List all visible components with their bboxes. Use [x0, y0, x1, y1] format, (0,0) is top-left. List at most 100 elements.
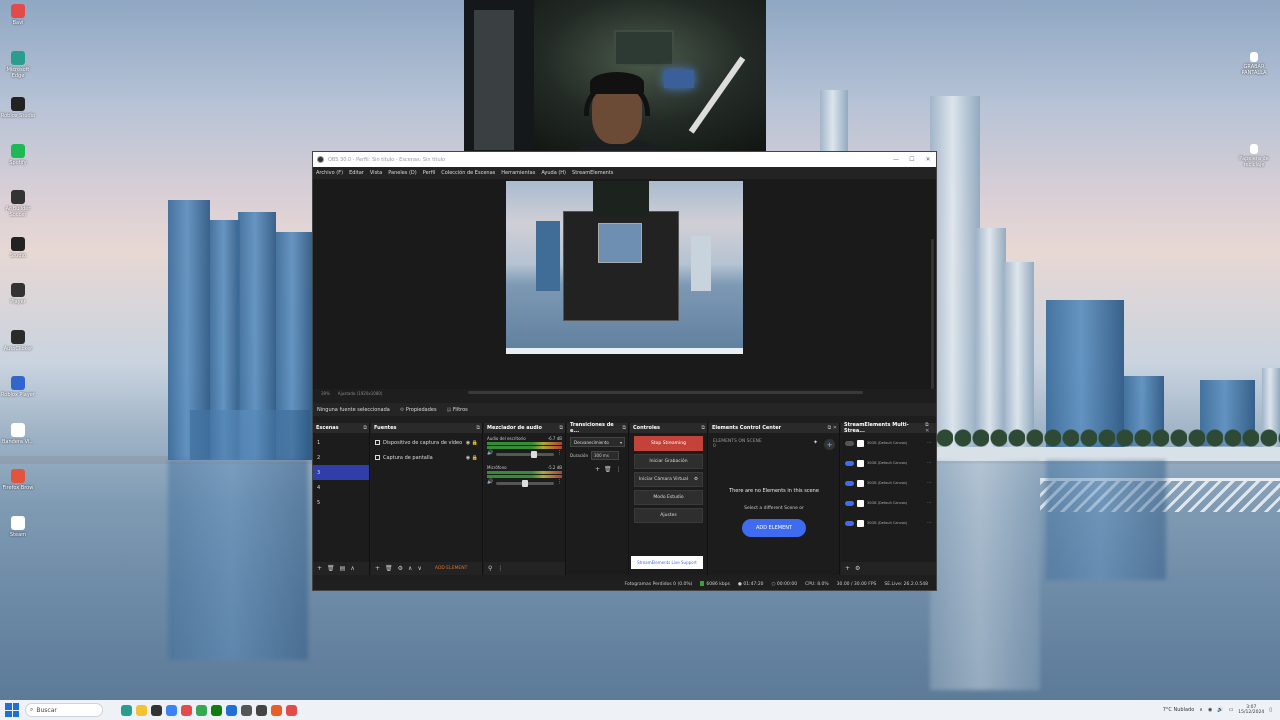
- dock-float-icon[interactable]: ⧉: [476, 425, 482, 431]
- obs2-icon[interactable]: [256, 704, 267, 716]
- gear-icon[interactable]: ⚙: [855, 565, 860, 572]
- transition-menu-icon[interactable]: ⋮: [616, 466, 622, 473]
- brave-icon[interactable]: [271, 704, 282, 716]
- speaker-icon[interactable]: 🔊: [487, 450, 493, 456]
- move-down-icon[interactable]: ∨: [417, 565, 421, 572]
- mixer-menu-icon[interactable]: ⋮: [497, 565, 503, 572]
- desktop-icon[interactable]: Microsoft Edge: [0, 50, 36, 79]
- source-item[interactable]: Captura de pantalla ◉ 🔒: [371, 450, 482, 465]
- speaker-icon[interactable]: 🔊: [487, 479, 493, 485]
- menu-coleccion-escenas[interactable]: Colección de Escenas: [441, 170, 495, 176]
- channel-menu-icon[interactable]: ⋮: [557, 450, 562, 456]
- search-input[interactable]: ⌕ Buscar: [25, 703, 103, 717]
- scene-item[interactable]: 2: [313, 450, 369, 465]
- menu-editar[interactable]: Editar: [349, 170, 364, 176]
- channel-menu-icon[interactable]: ⋮: [557, 479, 562, 485]
- virtual-camera-button[interactable]: Iniciar Cámara Virtual ⚙: [634, 472, 703, 487]
- toggle-switch[interactable]: [845, 480, 854, 486]
- chrome-green-icon[interactable]: [196, 704, 207, 716]
- gear-icon[interactable]: ⚙: [694, 477, 698, 482]
- properties-button[interactable]: ⚙ Propiedades: [400, 407, 437, 413]
- toggle-switch[interactable]: [845, 440, 854, 446]
- scene-item[interactable]: 3: [313, 465, 369, 480]
- firefox-icon[interactable]: [286, 704, 297, 716]
- slider-knob[interactable]: [530, 451, 537, 458]
- chrome-icon[interactable]: [181, 704, 192, 716]
- scene-item[interactable]: 5: [313, 495, 369, 510]
- output-row[interactable]: 30GB (Default Canvas) ⋯: [841, 473, 936, 493]
- output-menu-icon[interactable]: ⋯: [927, 480, 936, 486]
- add-scene-icon[interactable]: +: [317, 565, 322, 572]
- visibility-lock-icon[interactable]: ◉ 🔒: [466, 440, 482, 446]
- minimize-icon[interactable]: —: [888, 156, 904, 163]
- source-item[interactable]: Dispositivo de captura de vídeo ◉ 🔒: [371, 435, 482, 450]
- maximize-icon[interactable]: ☐: [904, 156, 920, 163]
- output-row[interactable]: 30GB (Default Canvas) ⋯: [841, 513, 936, 533]
- toggle-switch[interactable]: [845, 500, 854, 506]
- add-icon[interactable]: +: [824, 439, 835, 450]
- mixer-link-icon[interactable]: ⚲: [488, 565, 492, 572]
- windows-start-icon[interactable]: [5, 703, 19, 717]
- scene-item[interactable]: 4: [313, 480, 369, 495]
- add-element-button[interactable]: ADD ELEMENT: [742, 519, 806, 537]
- zoom-level[interactable]: 39%: [321, 391, 330, 396]
- dock-float-icon[interactable]: ⧉: [559, 425, 565, 431]
- toggle-switch[interactable]: [845, 520, 854, 526]
- desktop-icon[interactable]: Papelera de reciclaje: [1236, 144, 1272, 168]
- clock[interactable]: 3:07 15/12/2024: [1238, 705, 1264, 715]
- menu-streamelements[interactable]: StreamElements: [572, 170, 613, 176]
- output-row[interactable]: 30GB (Default Canvas) ⋯: [841, 433, 936, 453]
- toggle-switch[interactable]: [845, 460, 854, 466]
- tray-chevron-icon[interactable]: ∧: [1199, 707, 1203, 713]
- move-up-icon[interactable]: ∧: [408, 565, 412, 572]
- obs-icon[interactable]: [151, 704, 162, 716]
- remove-transition-icon[interactable]: 🗑: [604, 466, 612, 473]
- source-settings-icon[interactable]: ⚙: [398, 565, 403, 572]
- desktop-icon[interactable]: Roblox Player: [0, 376, 36, 398]
- obs-window[interactable]: OBS 30.0 - Perfil: Sin título - Escenas:…: [312, 151, 937, 591]
- desktop-icon[interactable]: Firefox Brow: [0, 469, 36, 491]
- battery-icon[interactable]: ▭: [1229, 707, 1234, 713]
- menu-archivo[interactable]: Archivo (F): [316, 170, 343, 176]
- xbox-icon[interactable]: [211, 704, 222, 716]
- dock-float-icon[interactable]: ⧉: [363, 425, 369, 431]
- output-menu-icon[interactable]: ⋯: [927, 520, 936, 526]
- stop-streaming-button[interactable]: Stop Streaming: [634, 436, 703, 451]
- edge-icon[interactable]: [121, 704, 132, 716]
- output-row[interactable]: 30GB (Default Canvas) ⋯: [841, 493, 936, 513]
- menu-ayuda[interactable]: Ayuda (H): [541, 170, 566, 176]
- output-row[interactable]: 30GB (Default Canvas) ⋯: [841, 453, 936, 473]
- visibility-lock-icon[interactable]: ◉ 🔒: [466, 455, 482, 461]
- output-menu-icon[interactable]: ⋯: [927, 460, 936, 466]
- preview-area[interactable]: [313, 179, 936, 389]
- dock-float-icon[interactable]: ⧉ ✕: [828, 425, 839, 431]
- canvas-scale[interactable]: Ajustado (1920x1080): [338, 391, 383, 396]
- clock-icon[interactable]: [241, 704, 252, 716]
- scene-item[interactable]: 1: [313, 435, 369, 450]
- menu-perfil[interactable]: Perfil: [423, 170, 436, 176]
- add-element-footer-button[interactable]: ADD ELEMENT: [435, 566, 467, 571]
- preview-horizontal-scrollbar[interactable]: [468, 391, 863, 394]
- menu-vista[interactable]: Vista: [370, 170, 382, 176]
- desktop-icon[interactable]: GRABAR PANTALLA: [1236, 52, 1272, 76]
- remove-scene-icon[interactable]: 🗑: [327, 565, 335, 572]
- store-icon[interactable]: [166, 704, 177, 716]
- dock-float-icon[interactable]: ⧉: [622, 425, 628, 431]
- close-icon[interactable]: ✕: [920, 156, 936, 163]
- desktop-icon[interactable]: Roblox Studio: [0, 97, 36, 119]
- desktop-icon[interactable]: Ar Builder Soccer: [0, 190, 36, 218]
- preview-canvas[interactable]: [506, 181, 743, 354]
- desktop-icon[interactable]: Spotify: [0, 143, 36, 166]
- ie-icon[interactable]: [226, 704, 237, 716]
- slider-knob[interactable]: [522, 480, 529, 487]
- dock-float-icon[interactable]: ⧉: [701, 425, 707, 431]
- remove-source-icon[interactable]: 🗑: [385, 565, 393, 572]
- volume-slider[interactable]: [496, 480, 554, 487]
- volume-slider[interactable]: [496, 451, 554, 458]
- desktop-icon[interactable]: Steam: [0, 515, 36, 538]
- desktop-icon[interactable]: Bavi: [0, 4, 36, 26]
- desktop-icon[interactable]: Studio: [0, 236, 36, 259]
- magic-icon[interactable]: ✦: [813, 439, 818, 446]
- duration-input[interactable]: 300 ms: [591, 451, 620, 460]
- settings-button[interactable]: Ajustes: [634, 508, 703, 523]
